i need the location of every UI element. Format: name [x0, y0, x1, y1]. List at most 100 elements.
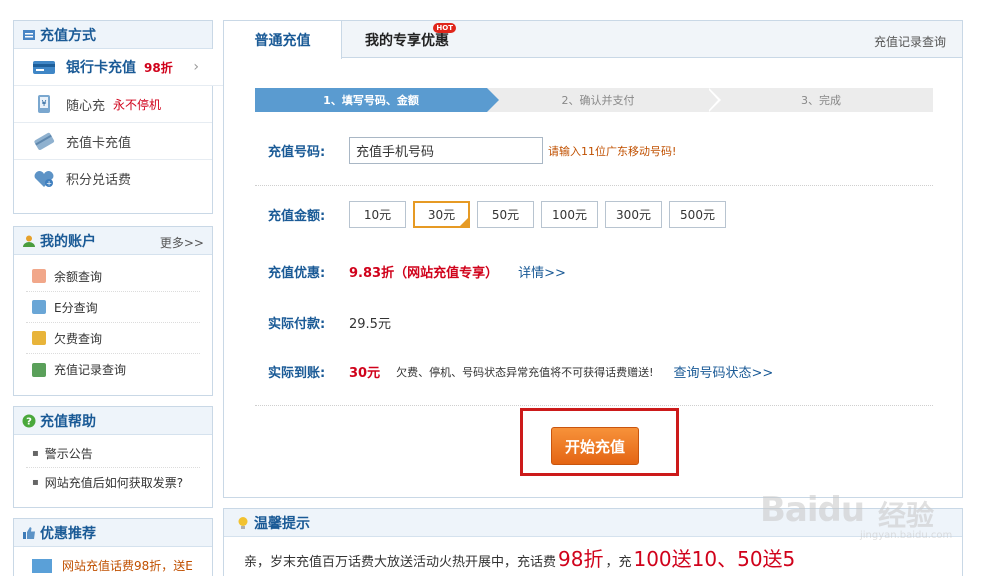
pay-methods-box: 充值方式 银行卡充值 98折 › ¥ 随心充 永不停机 充值卡充值 + 积分兑话…: [13, 20, 224, 214]
amount-option-500[interactable]: 500元: [669, 201, 726, 228]
recharge-card-icon: [34, 132, 55, 150]
promo-thumb-icon: [32, 558, 52, 573]
tips-text: 亲，岁末充值百万话费大放送活动火热开展中，充话费 98折 ，充 100送10、5…: [224, 537, 962, 572]
promo-title: 优惠推荐: [40, 525, 96, 542]
recharge-help-box: ? 充值帮助 警示公告 网站充值后如何获取发票?: [13, 406, 213, 508]
tips-title: 温馨提示: [254, 515, 310, 532]
bank-card-icon: [33, 61, 55, 74]
phone-row: 充值号码: 请输入11位广东移动号码!: [268, 137, 676, 164]
pay-method-label: 银行卡充值: [66, 60, 136, 76]
pay-method-bank-card[interactable]: 银行卡充值 98折 ›: [14, 49, 224, 86]
promo-item-label: 网站充值话费98折，送E: [62, 559, 193, 573]
actual-credit-value: 30元: [349, 366, 381, 381]
amount-options: 10元 30元 50元 100元 300元 500元: [349, 201, 733, 228]
divider: [255, 405, 933, 406]
link-label: 余额查询: [54, 269, 103, 284]
my-account-title: 我的账户: [40, 233, 96, 250]
step-separator: [707, 88, 718, 112]
promo-header: 优惠推荐: [14, 519, 212, 547]
step-fill-info: 1、填写号码、金额: [255, 88, 499, 112]
recharge-tabs: 普通充值 我的专享优惠 HOT 充值记录查询: [224, 21, 962, 59]
card-list-icon: [23, 29, 35, 40]
watermark-brand-cn: 经验: [878, 499, 935, 532]
invoice-help-link[interactable]: 网站充值后如何获取发票?: [26, 468, 200, 497]
pay-method-suixinchong[interactable]: ¥ 随心充 永不停机: [14, 86, 212, 123]
e-points-query-link[interactable]: E分查询: [26, 292, 200, 323]
discount-value: 9.83折（网站充值专享）: [349, 266, 499, 281]
amount-option-10[interactable]: 10元: [349, 201, 406, 228]
phone-bill-icon: ¥: [38, 95, 50, 113]
amount-option-30-selected[interactable]: 30元: [413, 201, 470, 228]
discount-label: 充值优惠:: [268, 266, 326, 281]
tab-normal-recharge[interactable]: 普通充值: [224, 21, 342, 59]
svg-text:¥: ¥: [41, 99, 46, 108]
arrears-icon: [32, 331, 46, 345]
recharge-record-query-link[interactable]: 充值记录查询: [874, 33, 946, 50]
thumbs-up-icon: [23, 526, 35, 539]
help-links: 警示公告 网站充值后如何获取发票?: [14, 435, 212, 501]
my-account-header: 我的账户 更多>>: [14, 227, 212, 255]
tab-exclusive-offers[interactable]: 我的专享优惠 HOT: [342, 21, 472, 58]
no-stop-tag: 永不停机: [113, 97, 162, 112]
progress-steps: 2、确认并支付 3、完成 1、填写号码、金额: [255, 88, 933, 112]
credit-warning-note: 欠费、停机、号码状态异常充值将不可获得话费赠送!: [396, 365, 654, 379]
amount-row: 充值金额: 10元 30元 50元 100元 300元 500元: [268, 201, 733, 228]
arrears-query-link[interactable]: 欠费查询: [26, 323, 200, 354]
phone-number-input[interactable]: [349, 137, 543, 164]
promo-item[interactable]: 网站充值话费98折，送E: [14, 547, 212, 574]
help-question-icon: ?: [22, 414, 36, 427]
hot-badge: HOT: [433, 23, 456, 33]
promo-box: 优惠推荐 网站充值话费98折，送E: [13, 518, 213, 576]
heart-points-icon: +: [34, 170, 54, 187]
discount-tag: 98折: [144, 60, 173, 75]
check-number-status-link[interactable]: 查询号码状态>>: [674, 362, 774, 381]
actual-pay-value: 29.5元: [349, 317, 391, 332]
pay-method-recharge-card[interactable]: 充值卡充值: [14, 123, 212, 160]
phone-label: 充值号码:: [268, 145, 326, 160]
pay-method-label: 充值卡充值: [66, 135, 132, 151]
phone-hint: 请输入11位广东移动号码!: [548, 144, 677, 158]
balance-icon: [32, 269, 46, 283]
help-title: 充值帮助: [40, 413, 96, 430]
balance-query-link[interactable]: 余额查询: [26, 261, 200, 292]
baidu-jingyan-watermark: Baidu 经验 jingyan.baidu.com: [760, 478, 970, 541]
actual-credit-row: 实际到账: 30元 欠费、停机、号码状态异常充值将不可获得话费赠送! 查询号码状…: [268, 362, 774, 382]
svg-text:?: ?: [26, 416, 32, 427]
tips-highlight: 98折: [558, 547, 604, 571]
amount-option-50[interactable]: 50元: [477, 201, 534, 228]
help-header: ? 充值帮助: [14, 407, 212, 435]
amount-option-300[interactable]: 300元: [605, 201, 662, 228]
amount-label: 充值金额:: [268, 209, 326, 224]
pay-methods-header: 充值方式: [14, 21, 212, 49]
pay-method-label: 随心充: [66, 98, 106, 114]
highlight-frame: 开始充值: [520, 408, 679, 476]
account-links: 余额查询 E分查询 欠费查询 充值记录查询: [14, 255, 212, 389]
step-confirm-pay: 2、确认并支付: [487, 88, 709, 112]
link-label: E分查询: [54, 300, 98, 315]
tips-text-part: 亲，岁末充值百万话费大放送活动火热开展中，充话费: [244, 555, 557, 570]
e-points-icon: [32, 300, 46, 314]
actual-credit-label: 实际到账:: [268, 366, 326, 381]
pay-method-label: 积分兑话费: [66, 173, 132, 188]
link-label: 充值记录查询: [54, 363, 127, 377]
lightbulb-icon: [238, 516, 248, 529]
account-more-link[interactable]: 更多>>: [160, 234, 204, 251]
watermark-brand: Baidu: [760, 490, 865, 530]
start-recharge-button[interactable]: 开始充值: [551, 427, 639, 465]
my-account-box: 我的账户 更多>> 余额查询 E分查询 欠费查询 充值记录查询: [13, 226, 213, 396]
actual-pay-label: 实际付款:: [268, 317, 326, 332]
watermark-url: jingyan.baidu.com: [860, 530, 953, 541]
recharge-record-link[interactable]: 充值记录查询: [26, 354, 200, 385]
tips-highlight: 100送10、50送5: [633, 547, 796, 571]
pay-method-points[interactable]: + 积分兑话费: [14, 160, 212, 197]
amount-option-100[interactable]: 100元: [541, 201, 598, 228]
warning-notice-link[interactable]: 警示公告: [26, 439, 200, 468]
step-complete: 3、完成: [709, 88, 933, 112]
pay-method-list: 银行卡充值 98折 › ¥ 随心充 永不停机 充值卡充值 + 积分兑话费: [14, 49, 224, 197]
divider: [255, 185, 933, 186]
actual-pay-row: 实际付款: 29.5元: [268, 313, 391, 332]
discount-details-link[interactable]: 详情>>: [518, 262, 566, 281]
record-icon: [32, 362, 46, 377]
link-label: 欠费查询: [54, 331, 103, 346]
recharge-panel: 普通充值 我的专享优惠 HOT 充值记录查询 2、确认并支付 3、完成 1、填写…: [223, 20, 963, 498]
